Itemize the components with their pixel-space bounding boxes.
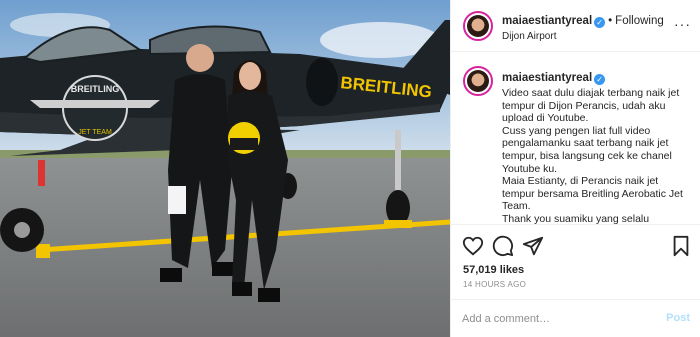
heart-icon[interactable] [462,235,484,257]
post-header: maiaestiantyreal ✓ • Following Dijon Airpor… [451,0,700,52]
likes-count[interactable]: 57,019 likes [463,264,524,276]
verified-badge-icon: ✓ [594,17,606,28]
caption-username[interactable]: maiaestiantyreal [502,72,592,84]
bookmark-icon[interactable] [670,235,692,257]
separator-dot: • [608,15,613,27]
comment-bubble-icon[interactable] [492,235,514,257]
instagram-post: BREITLING JET TEAM BREITLING maiaestiant… [0,0,700,337]
more-options-icon[interactable]: ··· [674,17,691,31]
avatar[interactable] [463,11,493,41]
verified-badge-icon: ✓ [594,74,606,85]
post-side-panel: maiaestiantyreal ✓ • Following Dijon Airpor… [450,0,700,337]
action-bar [451,224,700,268]
jet-logo-subtext: JET TEAM [78,129,112,136]
header-username[interactable]: maiaestiantyreal [502,15,592,27]
comment-input[interactable] [462,311,652,327]
location-link[interactable]: Dijon Airport [502,31,556,42]
jet-photo-illustration: BREITLING JET TEAM BREITLING [0,0,450,337]
following-button[interactable]: Following [615,15,664,27]
caption-user-line: maiaestiantyreal ✓ [502,70,606,85]
jet-logo-text: BREITLING [71,84,120,94]
caption-avatar[interactable] [463,66,493,96]
comment-bar: Post [451,299,700,337]
caption-text: Video saat dulu diajak terbang naik jet … [502,87,683,224]
header-user-line: maiaestiantyreal ✓ • Following [502,15,664,28]
post-comment-button[interactable]: Post [666,312,690,324]
post-timestamp[interactable]: 14 HOURS AGO [463,280,526,289]
paper-plane-icon[interactable] [522,235,544,257]
post-photo[interactable]: BREITLING JET TEAM BREITLING [0,0,450,337]
caption-scroll-area[interactable]: maiaestiantyreal ✓ Video saat dulu diajak… [451,52,700,224]
